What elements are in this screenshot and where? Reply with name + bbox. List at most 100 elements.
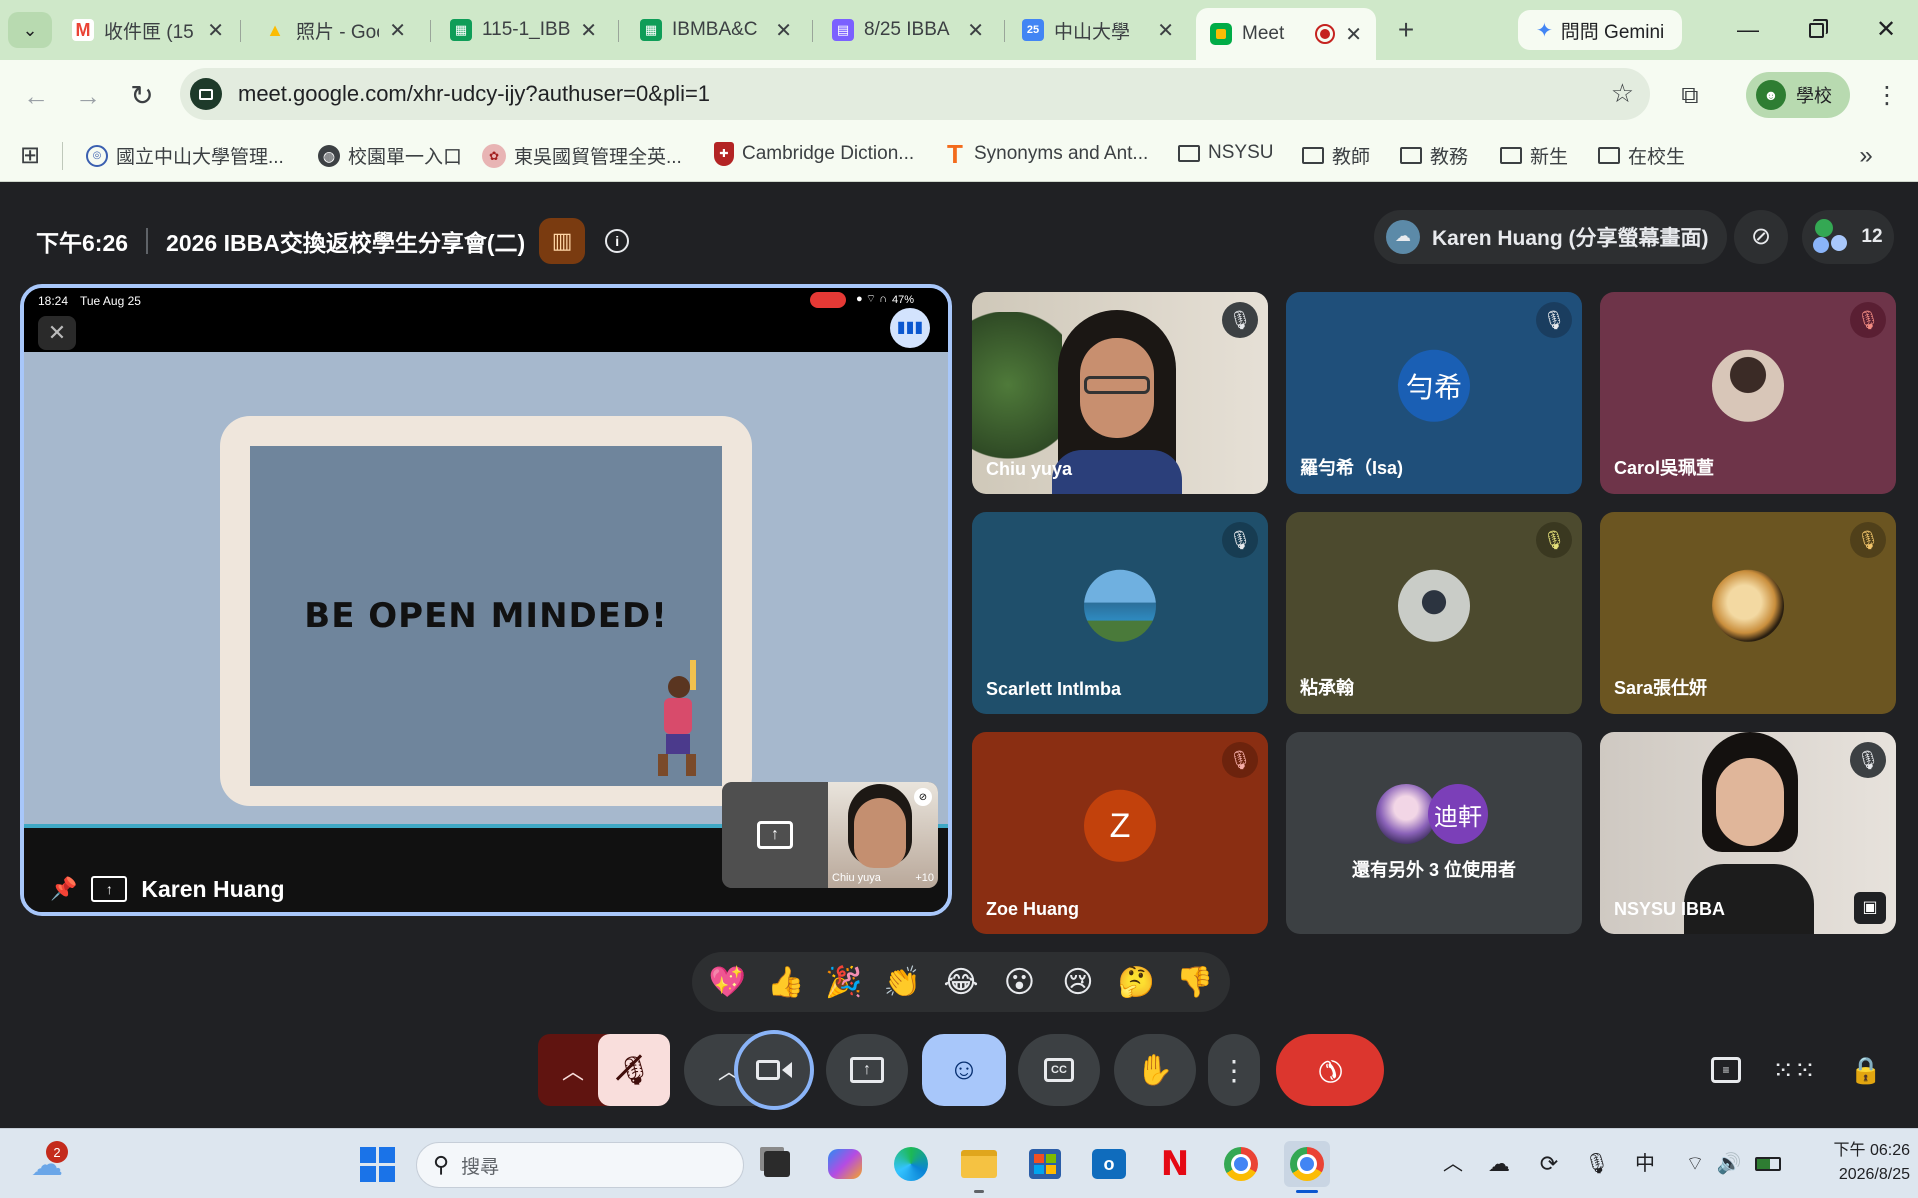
extensions-puzzle-icon[interactable]: ⧉ [1670, 76, 1710, 116]
omnibox[interactable]: meet.google.com/xhr-udcy-ijy?authuser=0&… [180, 68, 1650, 120]
more-participants-tile[interactable]: 迪軒 還有另外 3 位使用者 [1286, 732, 1582, 934]
close-icon[interactable]: ✕ [38, 316, 76, 350]
tab-calendar[interactable]: 25 中山大學 ✕ [1008, 10, 1188, 50]
raise-hand-button[interactable]: ✋ [1114, 1034, 1196, 1106]
camera-toggle-button[interactable] [734, 1030, 814, 1110]
participants-counter[interactable]: 12 [1802, 210, 1894, 264]
reaction-laugh-icon[interactable]: 😂 [938, 959, 984, 1005]
bookmark-folder-freshmen[interactable]: 新生 [1500, 142, 1568, 169]
tab-meet[interactable]: Meet ✕ [1196, 8, 1376, 60]
reload-icon[interactable]: ↻ [122, 76, 162, 116]
leave-call-button[interactable]: ✆ [1276, 1034, 1384, 1106]
tab-sheet-115[interactable]: ▦ 115-1_IBB ✕ [436, 10, 611, 50]
apps-grid-icon[interactable]: ⊞ [16, 142, 44, 170]
participant-tile[interactable]: 🎙 粘承翰 [1286, 512, 1582, 714]
chrome-button[interactable] [1218, 1141, 1264, 1187]
bookmark-campus-portal[interactable]: ◍ 校園單一入口 [318, 142, 462, 169]
participant-tile[interactable]: 🎙 Chiu yuya [972, 292, 1268, 494]
bookmark-cambridge[interactable]: ✚ Cambridge Diction... [714, 142, 914, 166]
reaction-clap-icon[interactable]: 👏 [880, 959, 926, 1005]
reaction-party-icon[interactable]: 🎉 [821, 959, 867, 1005]
bookmark-thesaurus[interactable]: T Synonyms and Ant... [944, 141, 1148, 167]
close-tab-icon[interactable]: ✕ [580, 18, 597, 43]
participant-tile[interactable]: 🎙 Carol吳珮萱 [1600, 292, 1896, 494]
microphone-in-use-icon[interactable]: 🎙 [1582, 1151, 1612, 1177]
picture-in-picture-icon[interactable]: ▣ [1854, 892, 1886, 924]
host-controls-lock-icon[interactable]: 🔒 [1844, 1048, 1888, 1092]
reaction-sad-icon[interactable]: 😢 [1055, 959, 1101, 1005]
participant-tile[interactable]: 🎙 Sara張仕妍 [1600, 512, 1896, 714]
tab-sheet-ibmba[interactable]: ▦ IBMBA&C ✕ [626, 10, 806, 50]
tab-forms[interactable]: ▤ 8/25 IBBA ✕ [818, 10, 998, 50]
new-tab-plus-icon[interactable]: + [1388, 14, 1424, 46]
participant-tile[interactable]: 🎙 NSYSU IBBA ▣ [1600, 732, 1896, 934]
onedrive-cloud-icon[interactable]: ☁ [1484, 1151, 1514, 1177]
reaction-thinking-icon[interactable]: 🤔 [1113, 959, 1159, 1005]
microphone-toggle-button[interactable]: 🎙 [598, 1034, 670, 1106]
info-icon[interactable]: i [605, 229, 630, 253]
forward-arrow-icon[interactable]: → [68, 76, 108, 116]
back-arrow-icon[interactable]: ← [16, 76, 56, 116]
chat-icon[interactable]: ≡ [1704, 1048, 1748, 1092]
copilot-button[interactable] [822, 1141, 868, 1187]
participant-tile[interactable]: 🎙 Scarlett Intlmba [972, 512, 1268, 714]
start-button[interactable] [354, 1141, 400, 1187]
volume-icon[interactable]: 🔊 [1714, 1151, 1744, 1177]
task-view-button[interactable] [754, 1141, 800, 1187]
tab-gmail[interactable]: M 收件匣 (15 ✕ [58, 10, 238, 50]
captions-button[interactable]: CC [1018, 1034, 1100, 1106]
close-tab-icon[interactable]: ✕ [1157, 18, 1174, 43]
presentation-tile[interactable]: 18:24 Tue Aug 25 ● ⌔ ∩ 47% ✕ ▮▮▮ BE OPEN… [20, 284, 952, 916]
close-tab-icon[interactable]: ✕ [1345, 22, 1362, 47]
reaction-thumbs-down-icon[interactable]: 👎 [1172, 959, 1218, 1005]
taskbar-search[interactable]: ⚲ 搜尋 [416, 1142, 744, 1188]
battery-charging-icon[interactable] [1752, 1153, 1784, 1175]
restore-window-icon[interactable] [1796, 14, 1836, 46]
close-window-icon[interactable]: ✕ [1866, 14, 1906, 46]
bookmark-folder-academic[interactable]: 教務 [1400, 142, 1468, 169]
reaction-heart-icon[interactable]: 💖 [704, 959, 750, 1005]
file-explorer-button[interactable] [956, 1141, 1002, 1193]
share-screen-icon[interactable]: ↑ [722, 782, 828, 888]
activities-grid-icon[interactable]: ⁙⁙ [1772, 1048, 1816, 1092]
taskbar-clock[interactable]: 下午 06:26 2026/8/25 [1806, 1139, 1911, 1187]
store-button[interactable] [1022, 1141, 1068, 1187]
participant-tile[interactable]: Z 🎙 Zoe Huang [972, 732, 1268, 934]
gemini-button[interactable]: ✦ 問問 Gemini [1518, 10, 1683, 50]
more-bookmarks-chevron-icon[interactable]: » [1852, 142, 1880, 170]
wifi-icon[interactable]: ⌔ [1680, 1151, 1710, 1177]
bookmark-soochow[interactable]: ✿ 東吳國貿管理全英... [482, 142, 682, 169]
profile-button[interactable]: ☻ 學校 [1746, 72, 1850, 118]
tab-photos[interactable]: ▲ 照片 - Goo ✕ [250, 10, 420, 50]
chrome-profile-button[interactable] [1284, 1141, 1330, 1193]
reaction-thumbs-up-icon[interactable]: 👍 [763, 959, 809, 1005]
site-info-icon[interactable] [190, 78, 222, 110]
bookmark-folder-teachers[interactable]: 教師 [1302, 142, 1370, 169]
show-hidden-icons-chevron[interactable]: ︿ [1440, 1151, 1466, 1177]
sync-icon[interactable]: ⟳ [1534, 1151, 1564, 1177]
self-view-overlay[interactable]: ↑ ⊘ Chiu yuya +10 [722, 782, 938, 888]
input-method-indicator[interactable]: 中 [1630, 1151, 1660, 1177]
edge-button[interactable] [888, 1141, 934, 1187]
hide-tiles-icon[interactable]: ⊘ [1734, 210, 1788, 264]
chrome-menu-icon[interactable]: ⋮ [1872, 76, 1902, 116]
bookmark-folder-students[interactable]: 在校生 [1598, 142, 1685, 169]
close-tab-icon[interactable]: ✕ [207, 18, 224, 43]
close-tab-icon[interactable]: ✕ [389, 18, 406, 43]
building-room-icon[interactable]: ▥ [539, 218, 586, 264]
bookmark-star-icon[interactable]: ☆ [1611, 80, 1634, 106]
reaction-surprised-icon[interactable]: 😮 [996, 959, 1042, 1005]
minimize-window-icon[interactable]: — [1728, 14, 1768, 46]
outlook-button[interactable]: o [1086, 1141, 1132, 1187]
emoji-reactions-button[interactable]: ☺ [922, 1034, 1006, 1106]
more-options-button[interactable]: ⋮ [1208, 1034, 1260, 1106]
tab-search-button[interactable]: ⌄ [8, 12, 52, 48]
pin-icon[interactable]: 📌 [50, 876, 77, 902]
bookmark-nsysu-management[interactable]: ◎ 國立中山大學管理... [86, 142, 284, 169]
close-tab-icon[interactable]: ✕ [967, 18, 984, 43]
weather-widget[interactable]: ☁ 2 [24, 1141, 70, 1187]
bookmark-folder-nsysu[interactable]: NSYSU [1178, 142, 1273, 164]
presenter-chip[interactable]: ☁ Karen Huang (分享螢幕畫面) [1374, 210, 1727, 264]
close-tab-icon[interactable]: ✕ [775, 18, 792, 43]
present-screen-button[interactable]: ↑ [826, 1034, 908, 1106]
